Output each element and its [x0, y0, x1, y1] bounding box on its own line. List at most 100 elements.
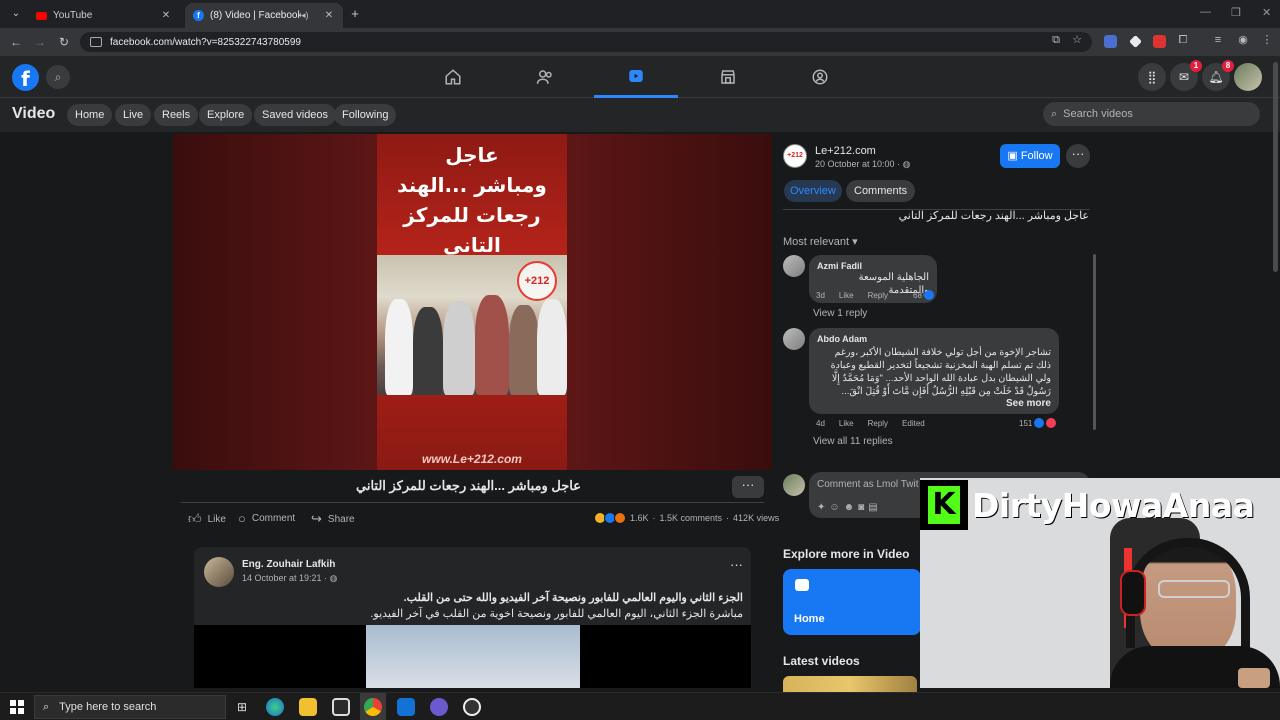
nav-video-tab[interactable] — [594, 56, 678, 98]
home-icon — [445, 69, 461, 85]
taskbar-search-input[interactable]: ⌕ Type here to search — [34, 695, 226, 719]
translate-extension-icon[interactable] — [1104, 35, 1117, 48]
task-view-icon[interactable]: ⊞ — [233, 698, 251, 716]
explore-title: Explore more in Video — [783, 547, 910, 561]
nav-friends-tab[interactable] — [503, 56, 587, 98]
reaction-summary[interactable]: 1.6K · 1.5K comments · 412K views — [594, 512, 779, 524]
notifications-button[interactable]: 🔔︎ 8 — [1202, 60, 1234, 91]
like-button[interactable]: 👍︎ Like — [188, 511, 226, 527]
bookmark-star-icon[interactable]: ☆ — [1070, 33, 1084, 47]
comment-reaction-count[interactable]: 68 — [913, 290, 934, 300]
pill-explore[interactable]: Explore — [199, 104, 253, 126]
profile-icon[interactable]: ◉ — [1236, 33, 1250, 47]
comments-scrollbar[interactable] — [1093, 254, 1096, 430]
comment-like-link[interactable]: Like — [839, 419, 854, 428]
search-videos-input[interactable]: ⌕ Search videos — [1043, 102, 1260, 126]
avatar-sticker-icon[interactable]: ☺ — [829, 502, 843, 513]
extensions-puzzle-icon[interactable]: ⧠ — [1176, 33, 1190, 47]
sticker-icon[interactable]: ✦ — [817, 502, 829, 513]
tab-facebook[interactable]: f (8) Video | Facebook ◂) ✕ — [185, 3, 343, 28]
cast-icon[interactable]: ⧉ — [1049, 33, 1063, 47]
windows-start-icon[interactable] — [10, 700, 24, 714]
comment-count[interactable]: 1.5K comments — [660, 513, 723, 523]
author-name[interactable]: Eng. Zouhair Lafkih — [242, 559, 335, 570]
follow-button[interactable]: ▣ Follow — [1000, 144, 1060, 168]
comment-reaction-count[interactable]: 151 — [1019, 418, 1057, 428]
outlook-icon[interactable] — [397, 698, 415, 716]
tab-overview[interactable]: Overview — [784, 180, 842, 202]
emoji-icon[interactable]: ☻ — [844, 502, 859, 513]
post-more-button[interactable]: ··· — [732, 476, 764, 498]
video-player[interactable]: عاجل ومباشر ...الهند رجعات للمركز التاني… — [173, 134, 772, 470]
obs-icon[interactable] — [463, 698, 481, 716]
page-avatar[interactable]: +212 — [783, 144, 807, 168]
speaker-icon[interactable]: ◂) — [301, 10, 313, 21]
see-more-link[interactable]: See more — [817, 398, 1051, 409]
maximize-icon[interactable]: ❐ — [1231, 6, 1241, 19]
sort-dropdown[interactable]: Most relevant ▾ — [783, 235, 858, 248]
minimize-icon[interactable]: — — [1200, 6, 1211, 18]
comment-button[interactable]: ○ Comment — [238, 511, 295, 526]
tab-youtube[interactable]: YouTube ✕ — [28, 3, 180, 28]
site-info-icon[interactable] — [90, 37, 102, 47]
view-replies-link[interactable]: View 1 reply — [813, 308, 867, 319]
nav-groups-tab[interactable] — [778, 56, 862, 98]
account-avatar[interactable] — [1234, 63, 1262, 91]
messenger-button[interactable]: ✉ 1 — [1170, 60, 1202, 91]
page-scrollbar[interactable] — [1273, 62, 1278, 272]
chrome-icon[interactable] — [364, 698, 382, 716]
address-bar[interactable]: facebook.com/watch?v=825322743780599 — [80, 32, 1092, 52]
youtube-favicon-icon — [36, 11, 47, 20]
app-purple-icon[interactable] — [430, 698, 448, 716]
commenter-avatar[interactable] — [783, 255, 805, 277]
page-name[interactable]: Le+212.com — [815, 145, 876, 157]
pill-following[interactable]: Following — [334, 104, 397, 126]
nav-home-tab[interactable] — [411, 56, 495, 98]
comment-meta: 4d Like Reply Edited — [816, 419, 939, 428]
next-post-card: Eng. Zouhair Lafkih 14 October at 19:21 … — [194, 547, 751, 688]
reload-icon[interactable]: ↻ — [56, 34, 72, 50]
gif-icon[interactable]: ▤ — [868, 502, 881, 513]
post-caption: عاجل ومباشر ...الهند رجعات للمركز التاني — [898, 210, 1089, 222]
close-tab-icon[interactable]: ✕ — [323, 10, 335, 21]
share-button[interactable]: ↪ Share — [311, 511, 355, 527]
media-control-icon[interactable]: ≡ — [1211, 33, 1225, 47]
close-tab-icon[interactable]: ✕ — [160, 10, 172, 21]
extension-red-icon[interactable] — [1153, 35, 1166, 48]
new-tab-button[interactable]: + — [348, 6, 362, 22]
back-icon[interactable]: ← — [8, 34, 24, 50]
share-label: Share — [327, 513, 355, 525]
store-icon[interactable] — [332, 698, 350, 716]
facebook-logo-icon[interactable]: f — [12, 64, 39, 91]
pill-reels[interactable]: Reels — [154, 104, 199, 126]
commenter-avatar[interactable] — [783, 328, 805, 350]
extension-diamond-icon[interactable] — [1129, 35, 1142, 48]
tab-search-icon[interactable]: ⌄ — [8, 6, 24, 22]
comment-reply-link[interactable]: Reply — [868, 291, 888, 300]
search-icon[interactable]: ⌕ — [46, 65, 70, 89]
pill-home[interactable]: Home — [67, 104, 113, 126]
camera-icon[interactable]: ◙ — [858, 502, 868, 513]
pill-live[interactable]: Live — [115, 104, 152, 126]
file-explorer-icon[interactable] — [299, 698, 317, 716]
page-more-button[interactable]: ··· — [1066, 144, 1090, 168]
author-avatar[interactable] — [204, 557, 234, 587]
comment-reply-link[interactable]: Reply — [868, 419, 888, 428]
menu-grid-button[interactable]: ⣿ — [1138, 63, 1166, 91]
post-more-button[interactable]: ··· — [730, 557, 743, 572]
comment-like-link[interactable]: Like — [839, 291, 854, 300]
forward-icon[interactable]: → — [32, 34, 48, 50]
explore-home-card[interactable]: Home — [783, 569, 921, 635]
view-replies-link[interactable]: View all 11 replies — [813, 436, 893, 447]
comment-age[interactable]: 4d — [816, 419, 825, 428]
commenter-name[interactable]: Azmi Fadil — [817, 261, 929, 271]
browser-menu-icon[interactable]: ⋮ — [1260, 33, 1274, 47]
nav-marketplace-tab[interactable] — [686, 56, 770, 98]
pill-saved-videos[interactable]: Saved videos — [254, 104, 337, 126]
tab-comments[interactable]: Comments — [846, 180, 916, 202]
comment-age[interactable]: 3d — [816, 291, 825, 300]
post-video[interactable] — [194, 625, 751, 688]
commenter-name[interactable]: Abdo Adam — [817, 334, 1051, 344]
edge-icon[interactable] — [266, 698, 284, 716]
close-window-icon[interactable]: ✕ — [1262, 6, 1271, 19]
